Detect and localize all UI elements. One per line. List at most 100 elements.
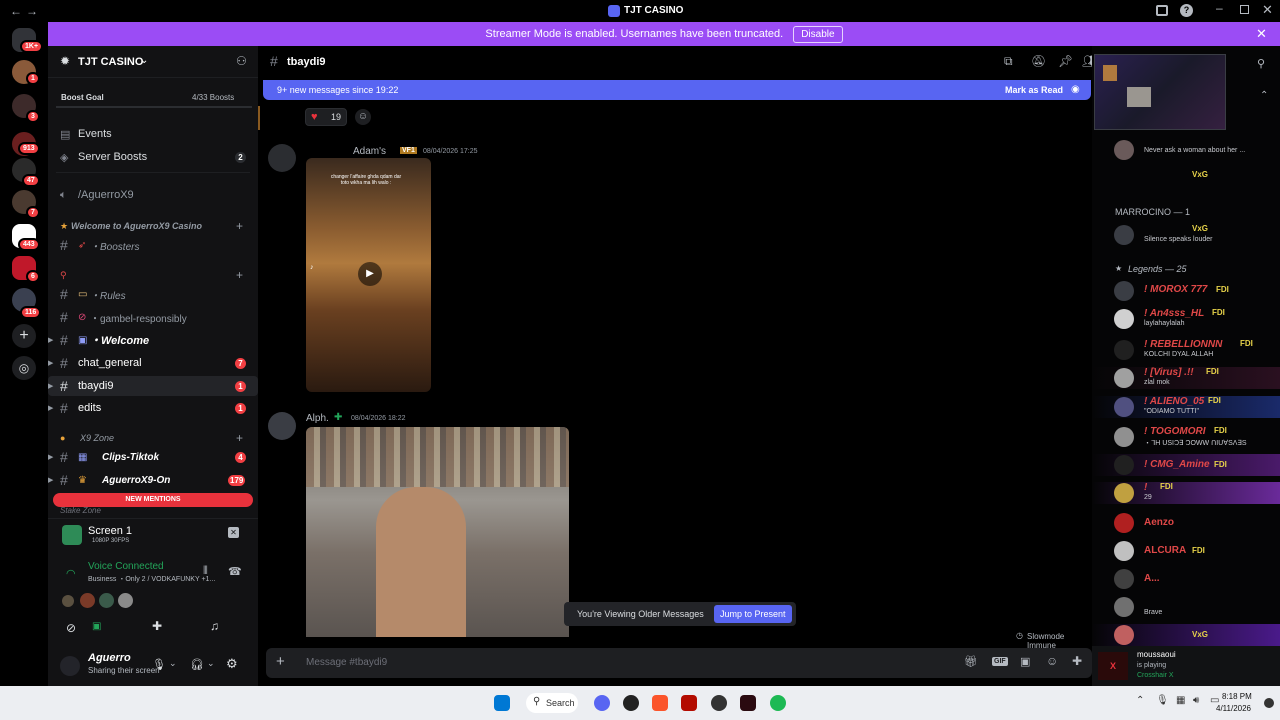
notification-center-icon[interactable] — [1264, 698, 1274, 708]
server-header[interactable]: ✹ TJT CASINO ⌄ ⚇ — [48, 46, 258, 78]
adobe-taskbar-icon[interactable] — [681, 695, 697, 711]
chevron-down-icon[interactable]: ⌄ — [207, 658, 215, 669]
maximize-button[interactable] — [1240, 5, 1249, 14]
attach-plus-icon[interactable]: + — [276, 653, 285, 670]
avatar[interactable] — [60, 656, 80, 676]
events-item[interactable]: ▤ Events — [48, 124, 258, 144]
member-item[interactable]: ! MOROX 777 FDI — [1092, 280, 1280, 302]
inbox-icon[interactable] — [1156, 5, 1168, 16]
member-item[interactable]: ! FDI 29 — [1092, 482, 1280, 504]
message-input[interactable]: Message #tbaydi9 — [306, 657, 387, 668]
soundboard-icon[interactable]: ♫ — [210, 619, 219, 633]
stop-stream-icon[interactable]: ✕ — [228, 527, 239, 538]
gift-icon[interactable]: 🎁︎ — [964, 655, 978, 668]
help-icon[interactable]: ? — [1180, 4, 1193, 17]
new-mentions-pill[interactable]: NEW MENTIONS — [53, 493, 253, 507]
member-item[interactable]: ALCURA FDI — [1092, 540, 1280, 562]
clock-date[interactable]: 4/11/2026 — [1216, 704, 1251, 713]
emoji-icon[interactable]: ☺ — [1046, 654, 1058, 668]
brave-taskbar-icon[interactable] — [652, 695, 668, 711]
gif-icon[interactable]: GIF — [992, 657, 1008, 666]
screen-share-active-icon[interactable]: ▣ — [92, 621, 101, 632]
add-server-icon[interactable]: + — [12, 324, 36, 348]
add-channel-icon[interactable]: + — [236, 219, 243, 233]
chevron-down-icon[interactable]: ⌄ — [169, 658, 177, 669]
channel-rules[interactable]: # ▭ ・Rules — [48, 284, 258, 304]
valorant-taskbar-icon[interactable] — [740, 695, 756, 711]
search-icon[interactable]: ⚲ — [1257, 57, 1265, 70]
back-arrow-icon[interactable]: ← — [10, 4, 22, 18]
video-attachment[interactable] — [306, 427, 569, 637]
collapse-icon[interactable]: ⌃ — [1260, 90, 1268, 101]
category-pin[interactable]: ⚲ + — [48, 265, 258, 285]
discord-taskbar-icon[interactable] — [594, 695, 610, 711]
channel-clips-tiktok[interactable]: ▶ # ▦ Clips-Tiktok 4 — [48, 447, 258, 467]
clock-time[interactable]: 8:18 PM — [1222, 692, 1252, 701]
apps-icon[interactable]: ✚ — [1072, 654, 1082, 668]
member-item[interactable]: ! An4sss_HL FDI laylahaylalah — [1092, 308, 1280, 330]
channel-gambel-responsibly[interactable]: # ⊘ ・gambel-responsibly — [48, 307, 258, 327]
avatar[interactable] — [268, 144, 296, 172]
app-taskbar-icon[interactable] — [711, 695, 727, 711]
avatar[interactable] — [62, 595, 74, 607]
channel-boosters[interactable]: # ➶ ・Boosters — [48, 235, 258, 255]
mark-read-button[interactable]: Mark as Read — [1005, 85, 1063, 95]
channel-edits[interactable]: ▶ # edits 1 — [48, 398, 258, 418]
message-author[interactable]: Alph. — [306, 413, 329, 424]
boost-goal-bar[interactable]: Boost Goal 4/33 Boosts — [56, 88, 252, 108]
avatar[interactable] — [99, 593, 114, 608]
forward-arrow-icon[interactable]: → — [26, 4, 38, 18]
network-icon[interactable]: ▦ — [1176, 695, 1185, 706]
server-boosts-item[interactable]: ◈ Server Boosts 2 — [48, 147, 258, 167]
channel-tbaydi9[interactable]: ▶ # tbaydi9 1 — [48, 376, 258, 396]
discover-icon[interactable]: ◎ — [12, 356, 36, 380]
member-item[interactable]: VxG — [1092, 170, 1280, 192]
avatar[interactable] — [80, 593, 95, 608]
minimize-button[interactable]: – — [1216, 1, 1223, 15]
close-window-button[interactable]: ✕ — [1262, 2, 1273, 18]
camera-off-icon[interactable]: ⊘ — [66, 621, 76, 635]
member-item[interactable]: ! ALIENO_05 FDI "ODIAMO TUTTI" — [1092, 396, 1280, 418]
spotify-taskbar-icon[interactable] — [770, 695, 786, 711]
now-playing-card[interactable]: X moussaoui is playing Crosshair X — [1092, 646, 1280, 686]
category-welcome[interactable]: ★ Welcome to AguerroX9 Casino + — [48, 216, 258, 236]
taskbar-search[interactable]: ⚲ Search — [526, 693, 578, 713]
channel-chat-general[interactable]: ▶ # chat_general 7 — [48, 353, 258, 373]
avatar[interactable] — [268, 412, 296, 440]
add-channel-icon[interactable]: + — [236, 431, 243, 445]
member-item[interactable]: A... — [1092, 568, 1280, 590]
member-item[interactable]: Brave — [1092, 596, 1280, 618]
voice-status[interactable]: Voice Connected — [88, 561, 164, 572]
volume-icon[interactable]: 🔊︎ — [1193, 695, 1199, 706]
reaction-pill[interactable]: ♥ 19 — [305, 108, 347, 126]
member-item[interactable]: Never ask a woman about her ... — [1092, 139, 1280, 161]
member-item[interactable]: VxG Silence speaks louder — [1092, 224, 1280, 246]
threads-icon[interactable]: ⧉ — [1004, 54, 1013, 69]
close-banner-icon[interactable]: ✕ — [1256, 26, 1267, 42]
gear-icon[interactable]: ⚙ — [226, 656, 238, 672]
add-reaction-icon[interactable]: ☺ — [355, 109, 371, 125]
activities-icon[interactable]: ✚ — [152, 619, 162, 633]
message-author[interactable]: Adam's — [353, 146, 386, 157]
pin-icon[interactable]: 📌︎ — [1058, 54, 1073, 68]
member-item[interactable]: VxG — [1092, 624, 1280, 646]
play-button-icon[interactable]: ▶ — [358, 262, 382, 286]
windows-start-icon[interactable] — [494, 695, 510, 711]
jump-to-present-button[interactable]: Jump to Present — [714, 605, 792, 623]
category-x9-zone[interactable]: ● X9 Zone + — [48, 428, 258, 448]
stream-preview[interactable] — [1094, 54, 1226, 130]
new-messages-bar[interactable]: 9+ new messages since 19:22 Mark as Read… — [263, 80, 1091, 100]
member-item[interactable]: ! REBELLIONNN FDI KOLCHI DYAL ALLAH — [1092, 339, 1280, 361]
voice-channel-aguerro[interactable]: 🔈︎ /AguerroX9 — [48, 185, 258, 205]
headphones-icon[interactable]: 🎧︎ — [190, 658, 204, 671]
member-item[interactable]: Aenzo — [1092, 512, 1280, 534]
disconnect-icon[interactable]: ☎ — [228, 565, 242, 578]
avatar[interactable] — [118, 593, 133, 608]
member-item[interactable]: ! TOGOMORI FDI ・ᒣH ᑌSIƆ∃ ƆOWW ᑎIᑌ∀SɅ∃S — [1092, 426, 1280, 448]
member-item[interactable]: ! [Virus] .!! FDI zlal mok — [1092, 367, 1280, 389]
notification-bell-icon[interactable]: 🔕︎ — [1031, 54, 1046, 68]
microphone-tray-icon[interactable]: 🎙︎ — [1156, 695, 1169, 706]
add-channel-icon[interactable]: + — [236, 268, 243, 282]
channel-aguerro-on[interactable]: ▶ # ♛ AguerroX9-On 179 — [48, 470, 258, 490]
disable-streamer-button[interactable]: Disable — [793, 25, 843, 43]
